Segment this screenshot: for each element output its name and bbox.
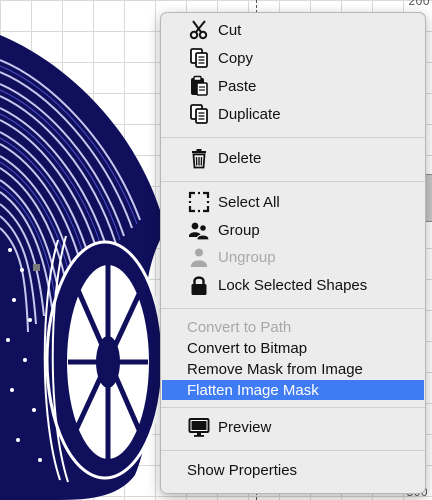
menu-item-delete[interactable]: Delete [162, 145, 424, 171]
menu-item-label: Convert to Bitmap [187, 339, 308, 357]
menu-item-duplicate[interactable]: Duplicate [162, 101, 424, 127]
menu-item-group[interactable]: Group [162, 217, 424, 243]
menu-item-copy[interactable]: Copy [162, 45, 424, 71]
menu-item-label: Paste [218, 77, 257, 95]
selection-handle[interactable] [33, 264, 40, 271]
menu-item-lock-selected-shapes[interactable]: Lock Selected Shapes [162, 272, 424, 298]
menu-item-label: Duplicate [218, 105, 281, 123]
menu-separator [161, 450, 425, 451]
menu-item-label: Remove Mask from Image [187, 360, 363, 378]
menu-item-convert-to-bitmap[interactable]: Convert to Bitmap [162, 338, 424, 358]
context-menu: Cut Copy Paste Duplicate Delete Select A… [160, 12, 426, 494]
menu-item-convert-to-path[interactable]: Convert to Path [162, 317, 424, 337]
menu-separator [161, 308, 425, 309]
menu-item-label: Group [218, 221, 260, 239]
menu-separator [161, 407, 425, 408]
menu-item-show-properties[interactable]: Show Properties [162, 460, 424, 480]
paste-icon [188, 75, 210, 97]
menu-item-label: Lock Selected Shapes [218, 276, 368, 294]
menu-item-paste[interactable]: Paste [162, 73, 424, 99]
ruler-label-top: 200 [408, 0, 430, 8]
select-all-icon [188, 191, 210, 213]
menu-item-label: Copy [218, 49, 254, 67]
menu-item-label: Show Properties [187, 461, 298, 479]
copy-icon [188, 47, 210, 69]
menu-item-flatten-image-mask[interactable]: Flatten Image Mask [162, 380, 424, 400]
menu-item-select-all[interactable]: Select All [162, 189, 424, 215]
menu-item-label: Delete [218, 149, 262, 167]
menu-item-label: Cut [218, 21, 242, 39]
menu-item-label: Preview [218, 418, 272, 436]
menu-separator [161, 137, 425, 138]
menu-item-label: Convert to Path [187, 318, 292, 336]
menu-item-cut[interactable]: Cut [162, 17, 424, 43]
menu-separator [161, 181, 425, 182]
menu-item-label: Flatten Image Mask [187, 381, 319, 399]
menu-item-preview[interactable]: Preview [162, 414, 424, 440]
menu-item-label: Ungroup [218, 248, 276, 266]
duplicate-icon [188, 103, 210, 125]
menu-item-remove-mask-from-image[interactable]: Remove Mask from Image [162, 359, 424, 379]
group-icon [188, 219, 210, 241]
scissors-icon [188, 19, 210, 41]
menu-item-ungroup[interactable]: Ungroup [162, 244, 424, 270]
ungroup-icon [188, 246, 210, 268]
lock-icon [188, 274, 210, 296]
monitor-icon [188, 416, 210, 438]
menu-item-label: Select All [218, 193, 280, 211]
trash-icon [188, 147, 210, 169]
